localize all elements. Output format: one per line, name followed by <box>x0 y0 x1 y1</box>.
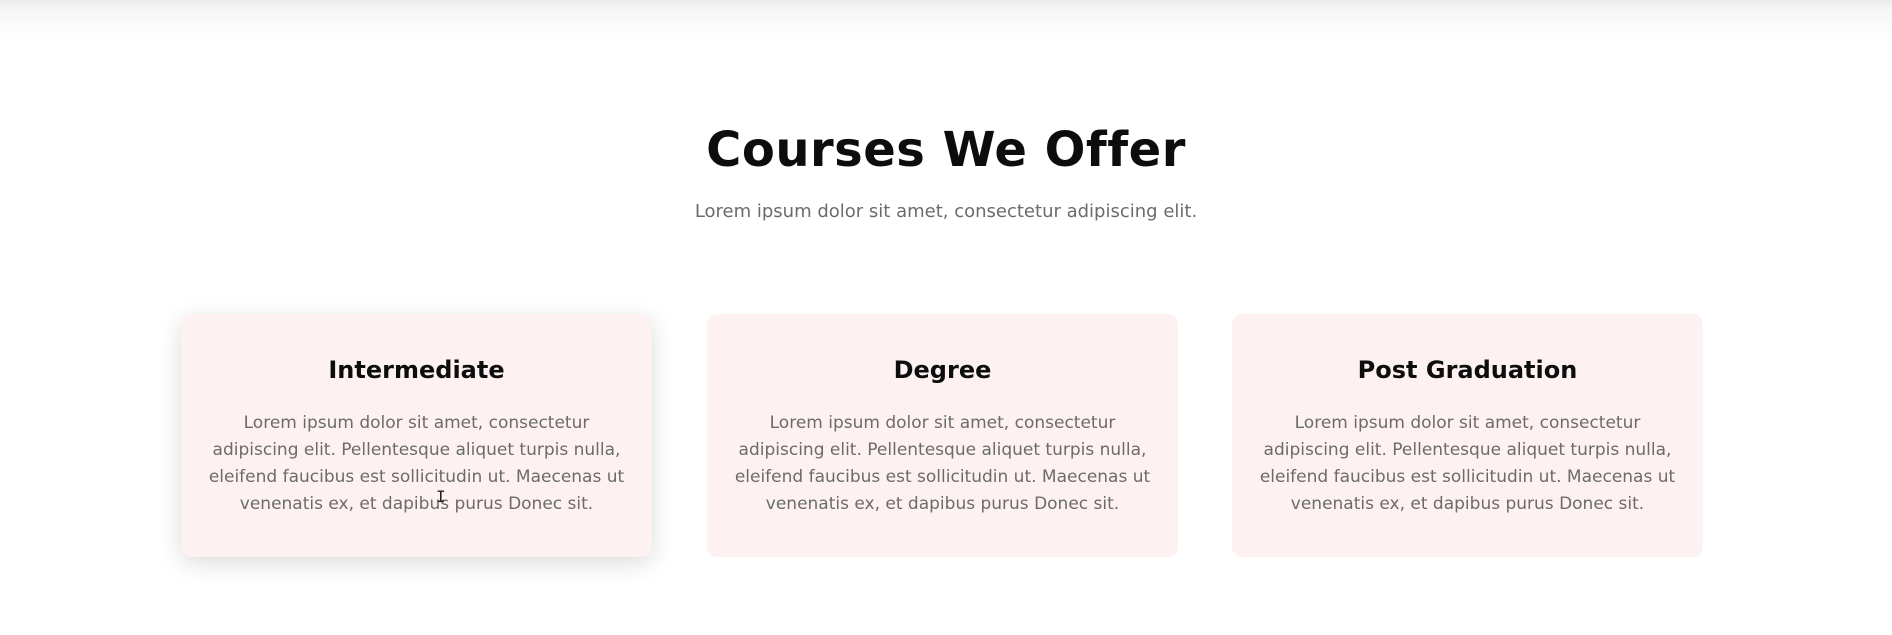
text-cursor-icon: I <box>436 487 446 506</box>
section-title: Courses We Offer <box>706 122 1186 178</box>
card-description: Lorem ipsum dolor sit amet, consectetur … <box>734 413 1151 514</box>
card-title: Post Graduation <box>1357 356 1578 384</box>
courses-section: Courses We Offer Lorem ipsum dolor sit a… <box>0 0 1892 635</box>
course-card-post-graduation[interactable]: Post Graduation Lorem ipsum dolor sit am… <box>1232 314 1703 557</box>
card-title: Intermediate <box>328 356 505 384</box>
card-description: Lorem ipsum dolor sit amet, consectetur … <box>1259 413 1676 514</box>
card-description: Lorem ipsum dolor sit amet, consectetur … <box>208 413 625 514</box>
section-subtitle: Lorem ipsum dolor sit amet, consectetur … <box>694 201 1198 222</box>
card-title: Degree <box>893 356 992 384</box>
course-card-degree[interactable]: Degree Lorem ipsum dolor sit amet, conse… <box>707 314 1178 557</box>
course-card-intermediate[interactable]: Intermediate Lorem ipsum dolor sit amet,… <box>181 314 652 557</box>
